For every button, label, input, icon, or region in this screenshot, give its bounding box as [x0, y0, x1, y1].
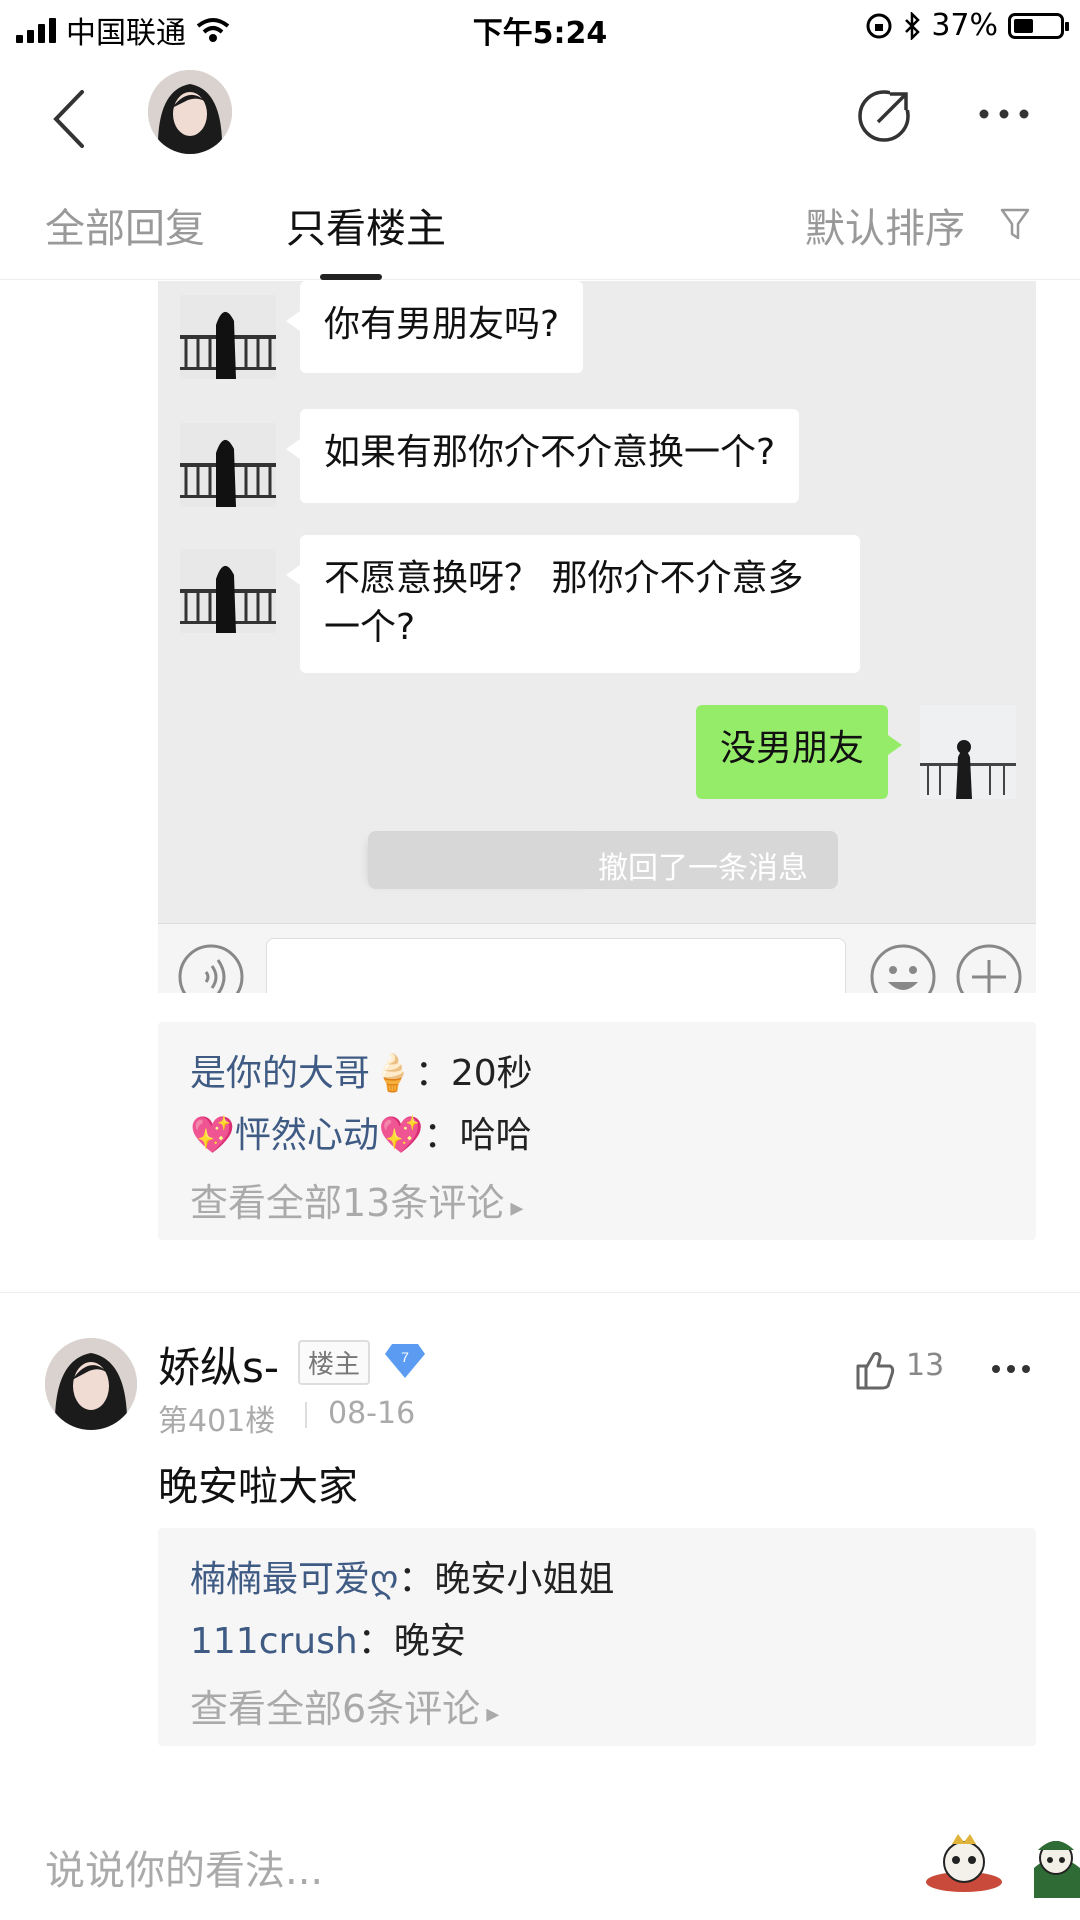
sticker-icon[interactable]: [922, 1828, 1006, 1898]
chat-message-text: 不愿意换呀？ 那你介不介意多一个?: [324, 558, 804, 648]
post-date: 08-16: [328, 1396, 416, 1431]
sub-comment: 💖怦然心动💖：哈哈: [190, 1106, 532, 1158]
post-divider: [0, 1292, 1080, 1293]
nav-header: [0, 64, 1080, 174]
chat-message-text: 如果有那你介不介意换一个?: [324, 432, 776, 473]
level-number: 7: [401, 1349, 409, 1365]
view-all-label: 查看全部13条评论: [190, 1181, 505, 1225]
recall-notice-text: 撤回了一条消息: [598, 851, 808, 886]
comment-username[interactable]: 111crush: [190, 1621, 358, 1662]
view-all-label: 查看全部6条评论: [190, 1687, 481, 1731]
sub-comments-box: 楠楠最可爱ღ：晚安小姐姐 111crush：晚安 查看全部6条评论 ▸: [158, 1528, 1036, 1746]
like-icon[interactable]: [852, 1346, 898, 1392]
chat-message: 你有男朋友吗?: [285, 281, 584, 373]
comment-text: ：哈哈: [423, 1115, 532, 1156]
post-author-avatar[interactable]: [45, 1338, 137, 1430]
chat-screenshot-image[interactable]: 你有男朋友吗? 如果有那你介不介意换一个? 不愿意换呀？ 那你介不介意多一个? …: [158, 281, 1036, 993]
post-content: 晚安啦大家: [158, 1464, 358, 1510]
level-badge-icon: 7: [385, 1344, 425, 1378]
sub-comments-box: 是你的大哥🍦：20秒 💖怦然心动💖：哈哈 查看全部13条评论 ▸: [158, 1022, 1036, 1240]
comment-username[interactable]: 楠楠最可爱ღ: [190, 1559, 398, 1600]
sub-comment: 是你的大哥🍦：20秒: [190, 1044, 533, 1096]
chat-message: 如果有那你介不介意换一个?: [285, 409, 800, 503]
chat-avatar: [180, 549, 276, 633]
share-button[interactable]: [856, 84, 916, 144]
comment-username[interactable]: 💖怦然心动💖: [190, 1115, 424, 1156]
chat-message: 不愿意换呀？ 那你介不介意多一个?: [286, 535, 860, 673]
sort-dropdown[interactable]: 默认排序: [805, 196, 965, 254]
like-count: 13: [906, 1348, 945, 1383]
chevron-right-icon: ▸: [486, 1699, 500, 1729]
recall-notice: 撤回了一条消息: [368, 831, 838, 889]
view-all-comments-link[interactable]: 查看全部13条评论 ▸: [190, 1172, 523, 1227]
chat-avatar-mine: [920, 705, 1016, 799]
sub-comment: 111crush：晚安: [190, 1612, 466, 1664]
sub-comment: 楠楠最可爱ღ：晚安小姐姐: [190, 1550, 614, 1602]
more-options-icon[interactable]: [976, 100, 1032, 128]
plus-icon: [956, 944, 1022, 993]
status-bar: 中国联通 下午5:24 37%: [0, 0, 1080, 56]
reply-input-bar[interactable]: 说说你的看法...: [0, 1810, 1080, 1920]
chat-input-bar: [158, 923, 1036, 993]
post-username[interactable]: 娇纵s-: [158, 1334, 279, 1395]
chevron-right-icon: ▸: [510, 1193, 524, 1223]
active-tab-indicator: [320, 274, 382, 280]
chat-text-input: [266, 938, 846, 993]
rotation-lock-icon: [866, 13, 892, 38]
voice-icon: [178, 944, 244, 993]
emoji-icon: [870, 944, 936, 993]
bluetooth-icon: [905, 11, 921, 40]
chat-message-mine: 没男朋友: [696, 705, 903, 799]
comment-text: ：晚安小姐姐: [398, 1559, 615, 1600]
post-floor: 第401楼: [158, 1404, 276, 1439]
reply-tabs: 全部回复 只看楼主 默认排序: [0, 190, 1080, 280]
comment-text: ：20秒: [414, 1053, 533, 1094]
author-avatar[interactable]: [148, 70, 232, 154]
chat-message-text: 你有男朋友吗?: [324, 304, 560, 345]
sticker-icon-2[interactable]: [1026, 1828, 1080, 1898]
comment-text: ：晚安: [357, 1621, 466, 1662]
battery-icon: [1008, 12, 1069, 39]
meta-separator: [305, 1402, 307, 1428]
tab-op-only[interactable]: 只看楼主: [286, 196, 446, 254]
chat-message-text: 没男朋友: [720, 728, 865, 769]
op-badge: 楼主: [298, 1340, 371, 1385]
filter-icon[interactable]: [1000, 206, 1030, 242]
chat-avatar: [180, 423, 276, 507]
battery-percent: 37%: [931, 8, 998, 43]
post-more-icon[interactable]: [990, 1362, 1032, 1376]
chat-avatar: [180, 295, 276, 379]
reply-input-placeholder[interactable]: 说说你的看法...: [45, 1838, 323, 1896]
status-right: 37%: [865, 8, 1069, 43]
view-all-comments-link[interactable]: 查看全部6条评论 ▸: [190, 1678, 499, 1733]
back-button[interactable]: [44, 84, 104, 154]
comment-username[interactable]: 是你的大哥🍦: [190, 1053, 415, 1094]
tab-all-replies[interactable]: 全部回复: [45, 196, 205, 254]
